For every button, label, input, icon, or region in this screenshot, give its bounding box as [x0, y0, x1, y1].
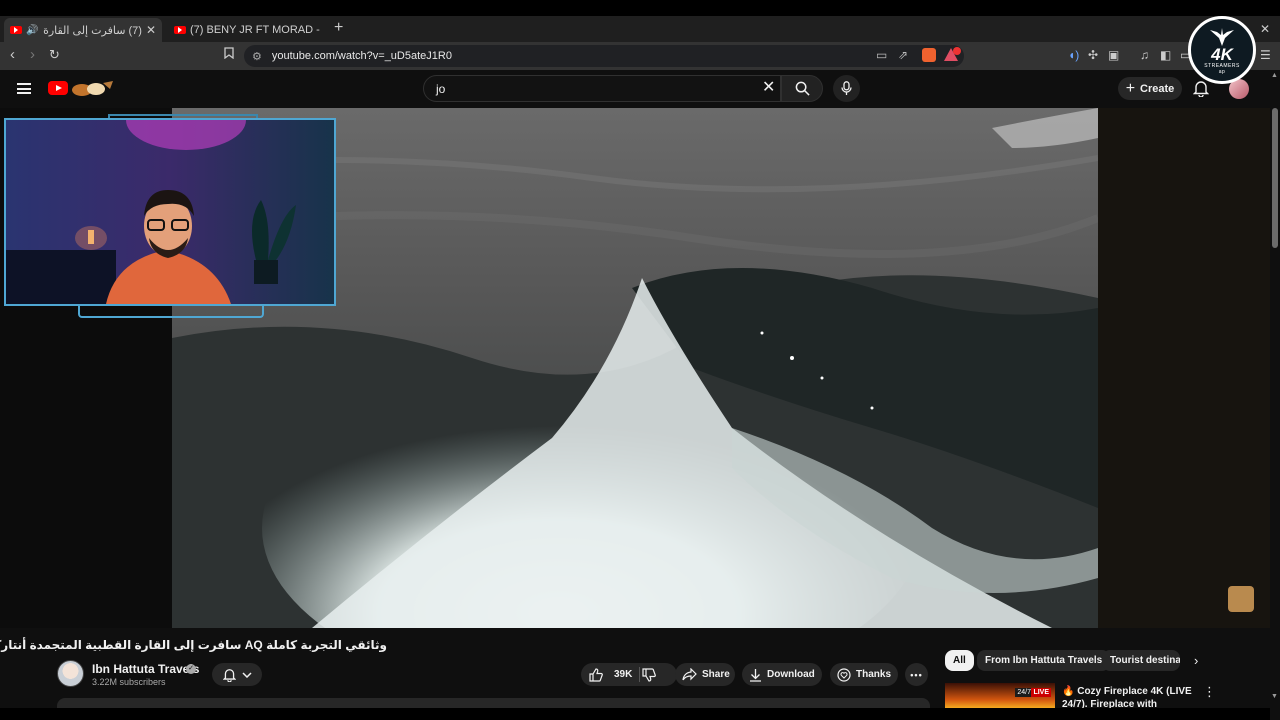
youtube-logo[interactable] [48, 81, 68, 95]
bookmark-icon[interactable] [224, 47, 234, 62]
wallet-icon[interactable]: ▣ [1108, 48, 1119, 62]
search-icon [795, 81, 810, 96]
url-field[interactable]: ⚙ youtube.com/watch?v=_uD5ateJ1R0 [244, 45, 964, 67]
search-query: jo [436, 81, 446, 96]
share-button[interactable]: Share [675, 663, 735, 686]
youtube-favicon-icon [174, 26, 186, 34]
media-control-icon[interactable]: ♫ [1140, 48, 1149, 62]
clear-search-icon[interactable]: ✕ [762, 80, 775, 96]
scroll-up-icon[interactable]: ▲ [1271, 72, 1278, 79]
subscriber-count: 3.22M subscribers [92, 677, 166, 687]
tab-strip: 🔊 (7) سافرت إلى القارة القطبية ال ✕ (7) … [0, 16, 1280, 42]
logo-text: 4K [1211, 45, 1233, 64]
streamer-webcam-image [6, 120, 334, 304]
download-label: Download [767, 669, 815, 680]
tab-active-video[interactable]: 🔊 (7) سافرت إلى القارة القطبية ال ✕ [4, 18, 162, 42]
sidebar-icon[interactable]: ◧ [1160, 48, 1171, 62]
related-video-menu-icon[interactable]: ⋮ [1203, 684, 1216, 700]
close-tab-icon[interactable]: ✕ [146, 23, 156, 37]
site-info-icon[interactable]: ⚙ [252, 50, 262, 63]
reload-icon[interactable]: ↻ [49, 46, 60, 64]
thumbs-down-icon [642, 668, 656, 682]
tab-title: (7) سافرت إلى القارة القطبية ال [42, 24, 142, 37]
video-title: وثائقي التجربة كاملة AQ سافرت إلى القارة… [0, 638, 387, 652]
phoenix-icon [1210, 28, 1234, 46]
search-input[interactable]: jo [423, 75, 781, 102]
channel-avatar[interactable] [57, 660, 84, 687]
ambient-side-panel [1098, 108, 1270, 628]
menu-icon[interactable]: ☰ [1260, 48, 1271, 62]
screen-top-bar [0, 0, 1280, 16]
doodle-logo[interactable] [70, 79, 114, 97]
share-icon [682, 668, 697, 681]
scrollbar-thumb[interactable] [1272, 108, 1278, 248]
new-tab-icon[interactable]: + [334, 19, 343, 37]
scroll-down-icon[interactable]: ▼ [1271, 693, 1278, 700]
create-button[interactable]: + Create [1118, 77, 1182, 100]
thanks-button[interactable]: Thanks [830, 663, 898, 686]
speaker-icon[interactable]: 🔊 [26, 25, 38, 36]
create-label: Create [1140, 82, 1175, 95]
download-icon [750, 668, 761, 682]
like-button[interactable]: 39K [581, 663, 677, 686]
description-box[interactable] [57, 698, 930, 708]
always-on-badge: 24/7 [1015, 688, 1033, 697]
install-app-icon[interactable]: ▭ [876, 48, 887, 62]
chip-tourist-destinations[interactable]: Tourist destinat [1102, 650, 1180, 671]
thanks-heart-icon [837, 667, 851, 682]
tab-title: (7) BENY JR FT MORAD - SIGUE (K y [190, 24, 322, 36]
share-label: Share [702, 669, 730, 680]
screen-bottom-bar [0, 708, 1270, 720]
chips-next-icon[interactable]: › [1194, 653, 1198, 668]
download-button[interactable]: Download [742, 663, 822, 686]
dislike-button[interactable] [642, 668, 656, 687]
url-text: youtube.com/watch?v=_uD5ateJ1R0 [271, 50, 452, 62]
search-button[interactable] [781, 75, 823, 102]
logo-subtext-2: ap [1218, 69, 1226, 75]
chevron-down-icon [241, 671, 252, 678]
back-icon[interactable]: ‹ [10, 46, 15, 64]
plus-icon: + [1125, 79, 1136, 97]
live-badge: LIVE [1031, 688, 1051, 697]
thanks-label: Thanks [856, 669, 892, 680]
extensions-icon[interactable]: ✣ [1088, 48, 1098, 62]
rewards-badge [953, 47, 961, 55]
streamers-logo: 4K STREAMERS ap [1188, 16, 1256, 84]
window-close-icon[interactable]: ✕ [1260, 22, 1270, 36]
youtube-favicon-icon [10, 26, 22, 34]
brave-shields-icon[interactable] [922, 48, 936, 62]
forward-icon[interactable]: › [30, 46, 35, 64]
bell-icon [222, 668, 236, 682]
chip-all[interactable]: All [945, 650, 974, 671]
chip-from-channel[interactable]: From Ibn Hattuta Travels [977, 650, 1111, 671]
share-page-icon[interactable]: ⇗ [898, 48, 908, 62]
channel-name[interactable]: Ibn Hattuta Travels [92, 662, 199, 676]
webcam-frame-bottom [78, 306, 264, 318]
like-divider [639, 667, 640, 682]
more-dots-icon: ••• [910, 669, 923, 680]
tab-music-video[interactable]: (7) BENY JR FT MORAD - SIGUE (K y [168, 18, 328, 42]
microphone-icon [841, 81, 852, 95]
audio-extension-icon[interactable]: ◖) [1068, 48, 1079, 62]
more-actions-button[interactable]: ••• [905, 663, 928, 686]
voice-search-button[interactable] [833, 75, 860, 102]
subscription-notifications-button[interactable] [212, 663, 262, 686]
verified-badge-icon: ✓ [186, 664, 196, 674]
thumbs-up-icon [589, 667, 603, 682]
webcam-overlay [4, 118, 336, 306]
channel-watermark-icon[interactable] [1228, 586, 1254, 612]
guide-menu-icon[interactable] [17, 83, 31, 94]
like-count: 39K [614, 669, 633, 680]
notifications-icon[interactable] [1192, 80, 1210, 102]
